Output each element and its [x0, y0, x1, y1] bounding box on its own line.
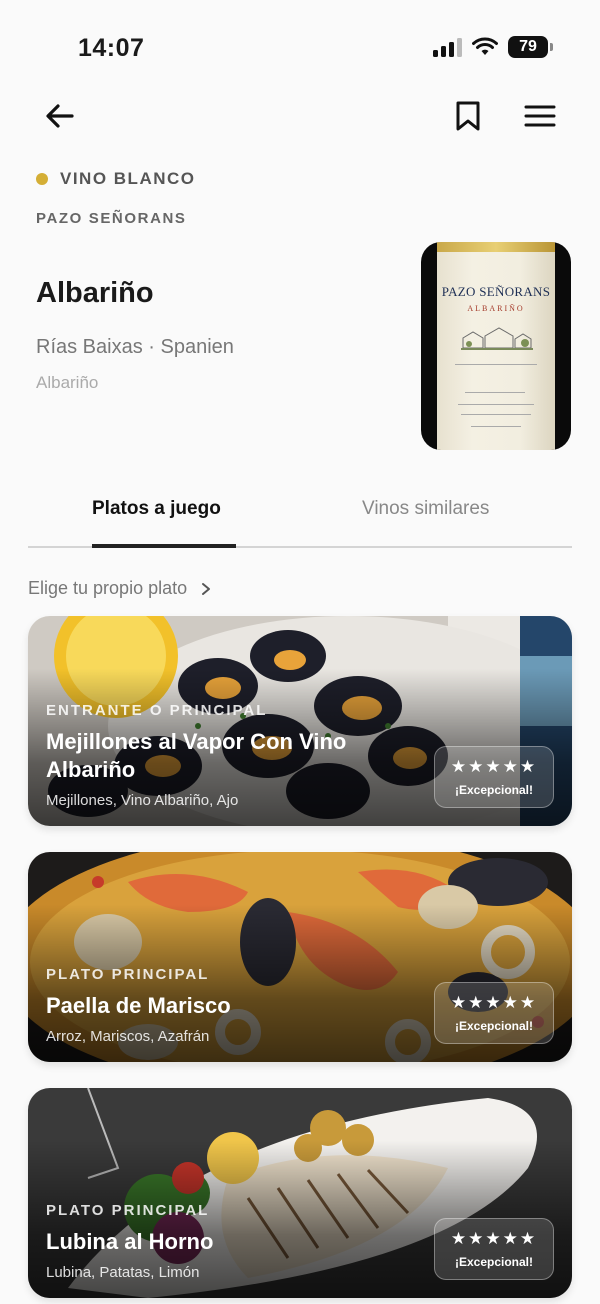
wine-bottle-image[interactable]: PAZO SEÑORANS ALBARIÑO	[421, 242, 571, 450]
estate-drawing	[461, 327, 533, 350]
dish-card[interactable]: ENTRANTE O PRINCIPAL Mejillones al Vapor…	[28, 616, 572, 826]
wine-type: VINO BLANCO	[36, 169, 196, 189]
label-rule	[461, 414, 531, 415]
rating-label: ¡Excepcional!	[454, 783, 534, 797]
chevron-right-icon	[202, 582, 211, 595]
cellular-signal-icon	[433, 37, 462, 57]
dish-title: Paella de Marisco	[46, 993, 231, 1018]
label-rule	[471, 426, 521, 427]
bookmark-button[interactable]	[448, 96, 488, 136]
status-icons: 79	[433, 36, 553, 58]
wine-type-label: VINO BLANCO	[60, 169, 196, 188]
star-rating-icon: ★★★★★	[450, 757, 538, 776]
battery-level: 79	[519, 38, 537, 55]
hamburger-menu-icon	[524, 105, 556, 127]
dish-course: PLATO PRINCIPAL	[46, 966, 210, 983]
bookmark-icon	[456, 101, 480, 131]
label-rule	[458, 404, 534, 405]
choose-own-dish-link[interactable]: Elige tu propio plato	[28, 578, 211, 599]
bottle-label-title: PAZO SEÑORANS	[441, 284, 551, 299]
label-rule	[465, 392, 525, 393]
battery-indicator: 79	[508, 36, 553, 58]
dish-title: Lubina al Horno	[46, 1229, 214, 1254]
dish-course: ENTRANTE O PRINCIPAL	[46, 702, 268, 719]
dish-ingredients: Lubina, Patatas, Limón	[46, 1264, 200, 1281]
top-nav-bar	[0, 90, 600, 138]
wifi-icon	[472, 37, 498, 55]
dish-ingredients: Mejillones, Vino Albariño, Ajo	[46, 792, 239, 809]
wine-type-dot	[36, 173, 48, 185]
label-rule	[455, 364, 537, 365]
rating-badge: ★★★★★ ¡Excepcional!	[434, 1218, 554, 1280]
rating-badge: ★★★★★ ¡Excepcional!	[434, 746, 554, 808]
arrow-left-icon	[46, 104, 74, 128]
tab-similar-wines[interactable]: Vinos similares	[362, 498, 489, 520]
status-time: 14:07	[78, 34, 145, 62]
active-tab-indicator	[92, 544, 236, 548]
dish-title: Mejillones al Vapor Con Vino Albariño	[46, 729, 347, 782]
dish-ingredients: Arroz, Mariscos, Azafrán	[46, 1028, 210, 1045]
rating-label: ¡Excepcional!	[454, 1019, 534, 1033]
menu-button[interactable]	[520, 96, 560, 136]
bottle-label: PAZO SEÑORANS ALBARIÑO	[437, 242, 555, 450]
rating-badge: ★★★★★ ¡Excepcional!	[434, 982, 554, 1044]
rating-label: ¡Excepcional!	[454, 1255, 534, 1269]
wine-name: Albariño	[36, 277, 154, 309]
star-rating-icon: ★★★★★	[450, 993, 538, 1012]
star-rating-icon: ★★★★★	[450, 1229, 538, 1248]
status-bar: 14:07 79	[0, 0, 600, 96]
wine-region: Rías Baixas · Spanien	[36, 336, 234, 358]
tab-bar: Platos a juego Vinos similares	[28, 484, 572, 548]
choose-own-dish-label: Elige tu propio plato	[28, 578, 188, 598]
wine-grape: Albariño	[36, 373, 99, 392]
back-button[interactable]	[40, 96, 80, 136]
bottle-label-subtitle: ALBARIÑO	[467, 304, 525, 313]
wine-producer: PAZO SEÑORANS	[36, 210, 187, 227]
bottle-foil	[437, 242, 555, 252]
tab-pairings[interactable]: Platos a juego	[92, 498, 221, 520]
dish-card[interactable]: PLATO PRINCIPAL Paella de Marisco Arroz,…	[28, 852, 572, 1062]
dish-card[interactable]: PLATO PRINCIPAL Lubina al Horno Lubina, …	[28, 1088, 572, 1298]
dish-course: PLATO PRINCIPAL	[46, 1202, 210, 1219]
